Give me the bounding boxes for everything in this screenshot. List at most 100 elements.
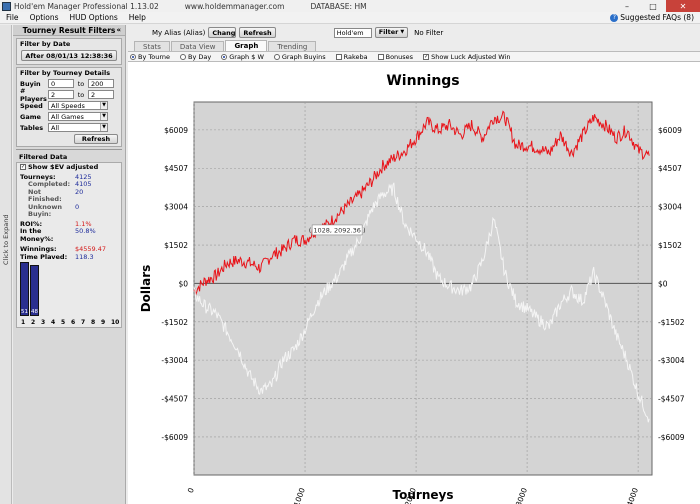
tables-select[interactable]: All ▼: [48, 123, 108, 132]
buyin-min-input[interactable]: [48, 79, 74, 88]
site-label: www.holdemmanager.com: [184, 1, 285, 11]
y-tick-label-right: $6009: [658, 126, 682, 135]
y-tick-label-right: -$6009: [658, 433, 685, 442]
players-row: # Players to: [17, 86, 121, 103]
details-filter-title: Filter by Tourney Details: [20, 69, 111, 77]
checkmark-icon: ✓: [20, 164, 26, 170]
time-played-stat: Time Played: 118.3: [20, 253, 94, 259]
speed-row: Speed All Speeds ▼: [17, 100, 121, 111]
y-tick-label-right: -$4507: [658, 395, 685, 404]
y-tick-label-right: -$3004: [658, 356, 685, 365]
checkbox-icon: [377, 53, 384, 60]
players-max-input[interactable]: [88, 90, 114, 99]
app-icon: [2, 1, 11, 11]
speed-select[interactable]: All Speeds ▼: [48, 101, 108, 110]
minimize-icon[interactable]: –: [614, 0, 640, 12]
expand-panel-strip[interactable]: Click to Expand: [0, 25, 12, 504]
bonuses-checkbox[interactable]: Bonuses: [377, 53, 413, 61]
game-select[interactable]: All Games ▼: [48, 112, 108, 121]
y-tick-label: $1502: [164, 241, 188, 250]
by-day-radio[interactable]: By Day: [180, 53, 211, 61]
faq-label: Suggested FAQs (8): [620, 13, 694, 22]
plot-area: [193, 101, 653, 476]
date-filter-group: Filter by Date After 08/01/13 12:38:36: [16, 38, 122, 65]
finish-position-bars: 1 2 3 4 5 6 7 8 9 10 51 48: [17, 261, 121, 326]
y-axis-label: Dollars: [139, 265, 153, 313]
y-tick-label-right: $4507: [658, 164, 682, 173]
players-min-input[interactable]: [48, 90, 74, 99]
menu-hud-options[interactable]: HUD Options: [64, 13, 123, 22]
tab-trending[interactable]: Trending: [268, 41, 317, 51]
game-label: Game: [20, 112, 41, 121]
to-label: to: [77, 79, 85, 88]
main-toolbar: My Alias (Alias) Chang e Refresh Hold'em…: [128, 25, 700, 40]
window-title: Hold'em Manager Professional 1.13.02: [14, 1, 159, 11]
date-filter-title: Filter by Date: [20, 40, 71, 48]
tables-label: Tables: [20, 123, 44, 132]
y-tick-label: $3004: [164, 203, 188, 212]
tables-row: Tables All ▼: [17, 122, 121, 133]
stat-row: Not Finished: 20: [17, 188, 121, 204]
y-tick-label-right: $1502: [658, 241, 682, 250]
buyin-max-input[interactable]: [88, 79, 114, 88]
question-icon: ?: [610, 13, 619, 22]
close-icon[interactable]: ✕: [666, 0, 700, 12]
finish-bar-label: 51: [21, 308, 28, 315]
maximize-icon[interactable]: □: [640, 0, 666, 12]
y-tick-label: -$4507: [161, 395, 188, 404]
x-axis-label: Tourneys: [393, 488, 454, 502]
filtered-data-section: Filtered Data ✓ Show $EV adjusted Tourne…: [16, 149, 122, 328]
finish-position-label: 5: [61, 318, 66, 326]
chevron-down-icon: ▼: [100, 113, 107, 120]
by-tourney-radio[interactable]: By Tourne: [130, 53, 170, 61]
radio-icon: [273, 53, 280, 60]
finish-bar: 51: [20, 261, 29, 316]
winnings-chart-svg: Winnings Tourneys Dollars $6009 $6009 $4507 $4…: [139, 73, 685, 504]
details-filter-group: Filter by Tourney Details Buyin to # Pla…: [16, 67, 122, 147]
menu-bar: File Options HUD Options Help: [0, 12, 700, 24]
rakeback-checkbox[interactable]: Rakeba: [335, 53, 368, 61]
to-label: to: [77, 90, 85, 99]
collapse-icon[interactable]: «: [116, 26, 121, 34]
database-label: DATABASE: HM: [310, 1, 367, 11]
checkmark-icon: ✓: [423, 53, 430, 60]
refresh-button[interactable]: Refresh: [74, 134, 118, 144]
filtered-data-title: Filtered Data: [19, 153, 68, 161]
y-tick-label-right: $3004: [658, 203, 682, 212]
change-alias-button[interactable]: Chang e: [208, 27, 237, 38]
tab-data-view[interactable]: Data View: [170, 41, 225, 51]
toolbar-refresh-button[interactable]: Refresh: [239, 27, 276, 38]
y-tick-label-right: $0: [658, 279, 668, 288]
radio-icon: [180, 53, 187, 60]
winnings-stat: Winnings: $4559.47: [20, 245, 107, 253]
x-tick-label: 4000: [625, 486, 640, 504]
finish-position-label: 4: [51, 318, 56, 326]
graph-winnings-radio[interactable]: Graph $ W: [221, 53, 264, 61]
x-tick-label: 0: [186, 486, 196, 494]
players-label: # Players: [20, 86, 47, 103]
chevron-down-icon: ▼: [100, 102, 107, 109]
graph-buyins-radio[interactable]: Graph Buyins: [273, 53, 326, 61]
menu-file[interactable]: File: [0, 13, 24, 22]
menu-help[interactable]: Help: [123, 13, 151, 22]
luck-adjusted-checkbox[interactable]: ✓ Show Luck Adjusted Win: [423, 53, 510, 61]
tooltip-text: ( 1028, 2092.36 ): [309, 226, 366, 234]
stat-row: Buyin:: [17, 210, 121, 219]
date-filter-button[interactable]: After 08/01/13 12:38:36: [21, 50, 117, 61]
suggested-faqs-link[interactable]: ? Suggested FAQs (8): [610, 13, 694, 22]
finish-bar: 48: [30, 264, 39, 316]
game-type-combo[interactable]: Hold'em: [333, 27, 372, 38]
y-tick-label: -$3004: [161, 356, 188, 365]
filter-button[interactable]: Filter ▼: [374, 27, 409, 38]
radio-icon: [221, 53, 228, 60]
menu-options[interactable]: Options: [24, 13, 64, 22]
show-ev-checkbox[interactable]: ✓ Show $EV adjusted: [17, 163, 121, 172]
tab-graph[interactable]: Graph: [225, 40, 268, 51]
alias-label: My Alias (Alias): [152, 28, 206, 37]
chevron-down-icon: ▼: [100, 124, 107, 131]
checkbox-icon: [335, 53, 342, 60]
tab-stats[interactable]: Stats: [134, 41, 170, 51]
radio-icon: [130, 53, 136, 60]
finish-position-labels: 1 2 3 4 5 6 7 8 9 10: [21, 319, 121, 326]
finish-position-label: 8: [91, 318, 96, 326]
